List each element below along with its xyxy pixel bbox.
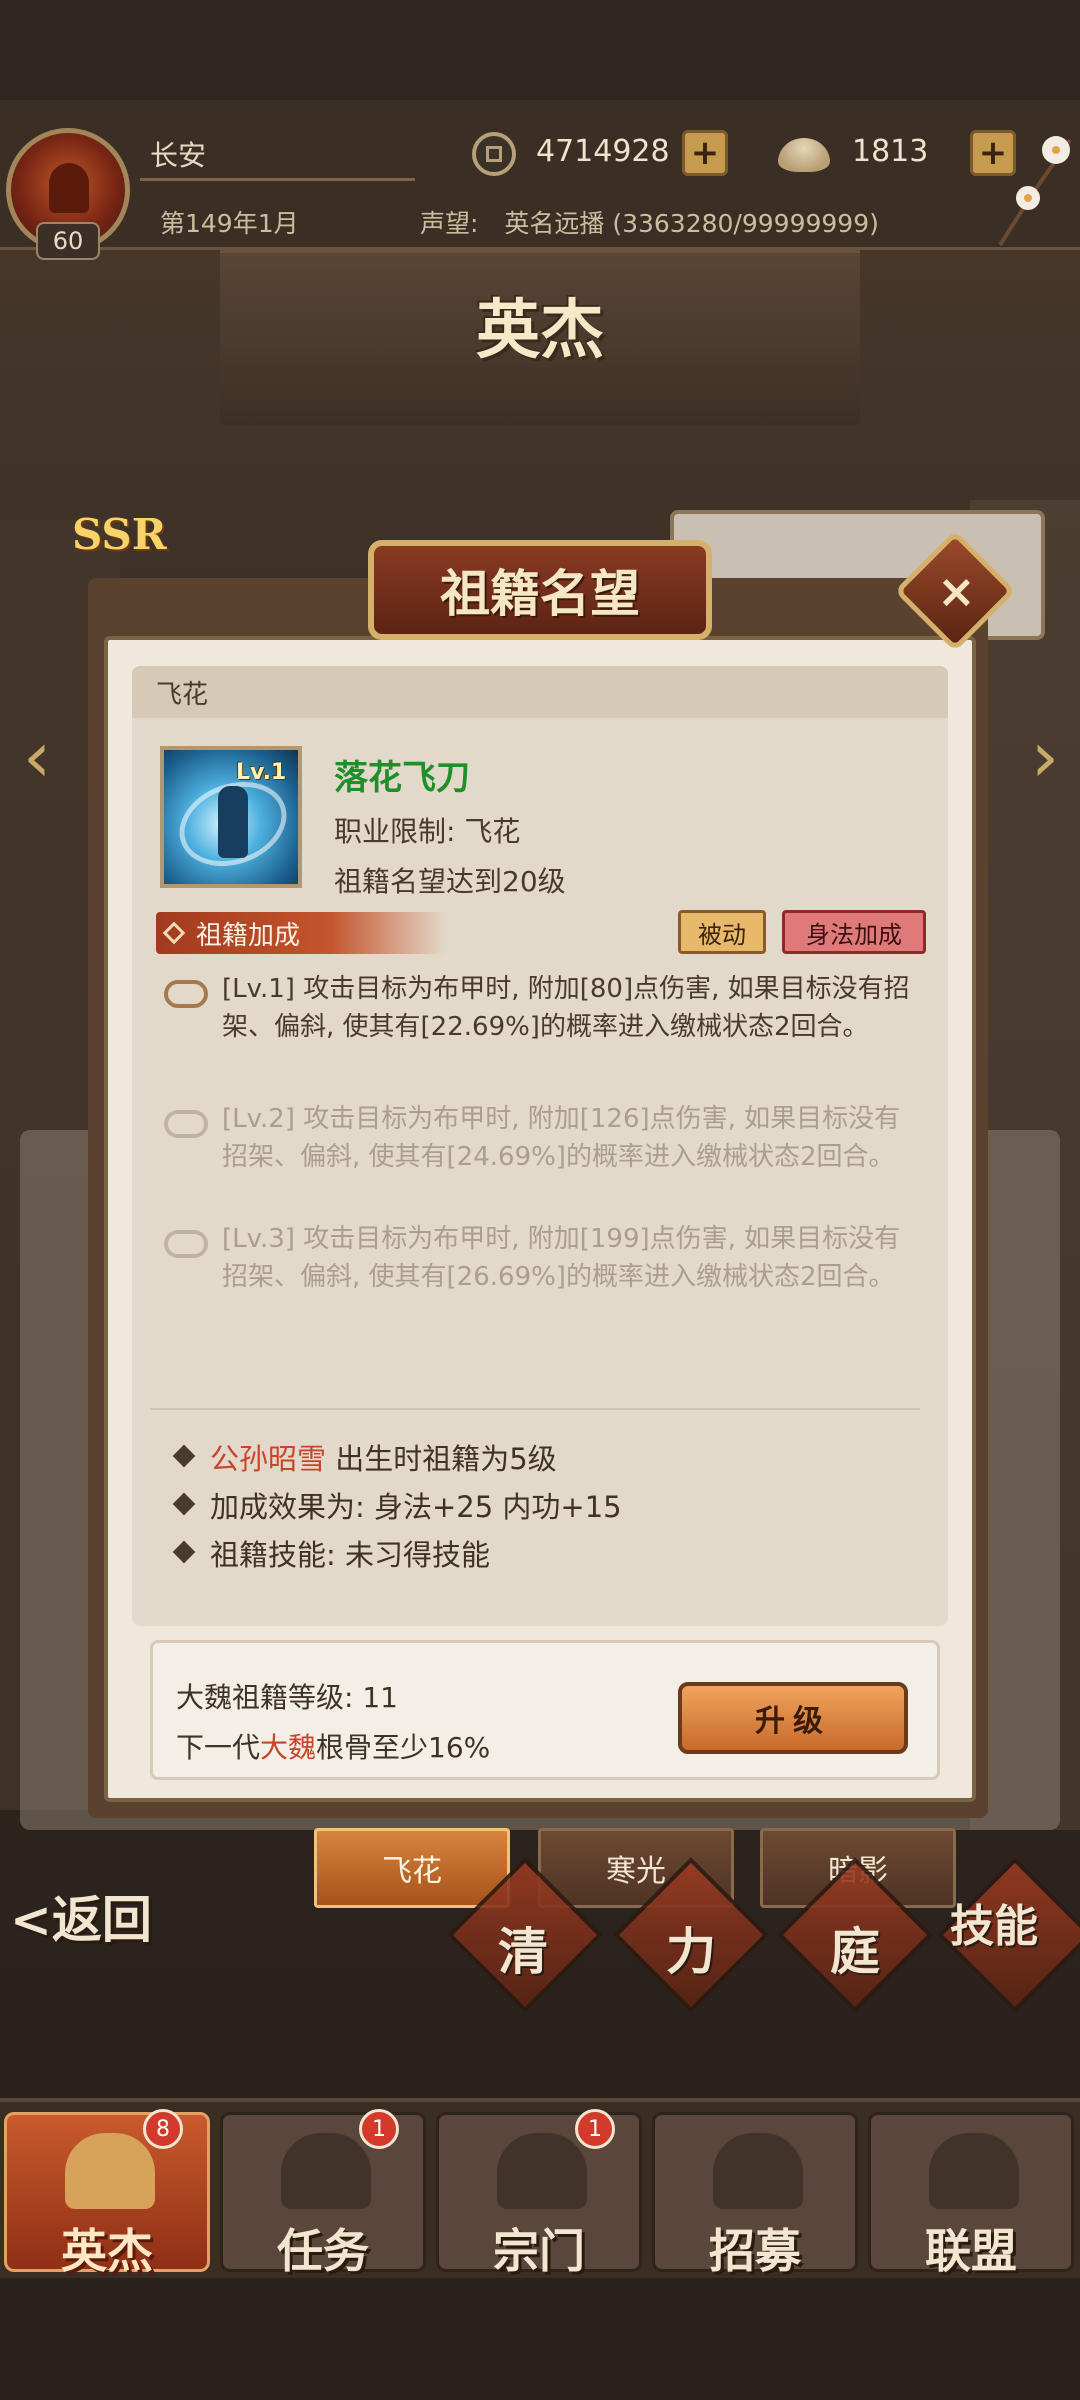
- skill-name: 落花飞刀: [334, 758, 470, 798]
- skill-icon[interactable]: Lv.1: [160, 746, 302, 888]
- banner-scroll-icon: [929, 2133, 1019, 2209]
- agility-bonus-tag: 身法加成: [782, 910, 926, 954]
- card-header-label: 飞花: [156, 680, 209, 710]
- rarity-badge: SSR: [72, 510, 167, 559]
- wine-jar-icon: [713, 2133, 803, 2209]
- close-icon: ⨯: [937, 564, 976, 618]
- hero-origin-text: 出生时祖籍为5级: [326, 1442, 557, 1476]
- card-header: [132, 666, 948, 718]
- cloud-icon: [164, 1110, 208, 1138]
- plum-blossom-icon: [998, 136, 1072, 247]
- nav-tasks[interactable]: 任务 1: [220, 2109, 426, 2278]
- skill-class-requirement: 职业限制: 飞花: [334, 815, 521, 848]
- straw-hat-hero-icon: [65, 2133, 155, 2209]
- effect-level-3: [Lv.3] 攻击目标为布甲时, 附加[199]点伤害, 如果目标没有招架、偏斜…: [222, 1224, 901, 1292]
- notification-badge: 8: [143, 2109, 183, 2149]
- nav-recruit[interactable]: 招募: [652, 2112, 858, 2278]
- nav-alliance[interactable]: 联盟: [868, 2112, 1074, 2278]
- notification-badge: 1: [575, 2109, 615, 2149]
- next-gen-suffix: 根骨至少16%: [316, 1731, 491, 1764]
- add-coins-button[interactable]: +: [682, 130, 728, 176]
- tab-feihua[interactable]: 飞花: [314, 1828, 510, 1908]
- cloud-icon: [164, 1230, 208, 1258]
- ingot-amount: 1813: [852, 134, 929, 169]
- effect-level-2: [Lv.2] 攻击目标为布甲时, 附加[126]点伤害, 如果目标没有招架、偏斜…: [222, 1104, 901, 1172]
- city-divider: [140, 178, 415, 181]
- page-title: 英杰: [476, 293, 604, 368]
- effect-level-1: [Lv.1] 攻击目标为布甲时, 附加[80]点伤害, 如果目标没有招架、偏斜,…: [222, 974, 910, 1042]
- city-name: 长安: [150, 139, 207, 172]
- next-gen-kingdom: 大魏: [260, 1731, 317, 1764]
- menu-item-qing[interactable]: 清: [498, 1912, 548, 1984]
- national-origin-level: 大魏祖籍等级: 11: [176, 1681, 398, 1714]
- menu-item-li[interactable]: 力: [666, 1912, 716, 1984]
- skill-fame-requirement: 祖籍名望达到20级: [334, 865, 566, 898]
- temple-gate-icon: [497, 2133, 587, 2209]
- nav-label: 任务: [277, 2224, 369, 2278]
- bottom-edge: [0, 2280, 1080, 2400]
- section-label: 祖籍加成: [196, 921, 301, 951]
- nav-label: 招募: [709, 2224, 801, 2278]
- player-level-badge: 60: [36, 222, 100, 260]
- cloud-icon: [164, 980, 208, 1008]
- coin-amount: 4714928: [536, 134, 670, 169]
- fame-status: 声望: 英名远播 (3363280/99999999): [420, 204, 879, 240]
- divider: [150, 1408, 920, 1410]
- next-generation-requirement: 下一代大魏根骨至少16%: [176, 1726, 490, 1766]
- menu-item-skills[interactable]: 技能: [950, 1890, 1038, 1954]
- hero-name: 公孙昭雪: [210, 1442, 327, 1476]
- passive-tag: 被动: [678, 910, 766, 954]
- fame-label: 声望:: [420, 209, 479, 238]
- fame-value: 英名远播 (3363280/99999999): [504, 209, 879, 238]
- upgrade-button[interactable]: 升级: [678, 1682, 908, 1754]
- hero-origin-line: 公孙昭雪 出生时祖籍为5级: [210, 1436, 557, 1478]
- back-button[interactable]: <返回: [10, 1880, 152, 1952]
- coin-icon: [472, 132, 516, 176]
- scroll-swords-icon: [281, 2133, 371, 2209]
- next-hero-arrow-icon[interactable]: ›: [1022, 712, 1068, 802]
- nav-label: 宗门: [493, 2224, 585, 2278]
- dialog-title: 祖籍名望: [368, 540, 712, 640]
- menu-item-ting[interactable]: 庭: [830, 1912, 880, 1984]
- origin-skill-line: 祖籍技能: 未习得技能: [210, 1538, 490, 1572]
- avatar-figure-icon: [49, 163, 89, 213]
- next-gen-prefix: 下一代: [176, 1731, 261, 1764]
- prev-hero-arrow-icon[interactable]: ‹: [14, 712, 60, 802]
- nav-label: 英杰: [61, 2224, 153, 2278]
- skill-figure-icon: [218, 786, 248, 858]
- notification-badge: 1: [359, 2109, 399, 2149]
- game-date: 第149年1月: [160, 209, 299, 238]
- skill-level-tag: Lv.1: [236, 760, 287, 785]
- top-strip: [0, 0, 1080, 100]
- bonus-effect-line: 加成效果为: 身法+25 内功+15: [210, 1490, 622, 1524]
- nav-label: 联盟: [925, 2224, 1017, 2278]
- nav-heroes[interactable]: 英杰 8: [4, 2109, 210, 2278]
- nav-sect[interactable]: 宗门 1: [436, 2109, 642, 2278]
